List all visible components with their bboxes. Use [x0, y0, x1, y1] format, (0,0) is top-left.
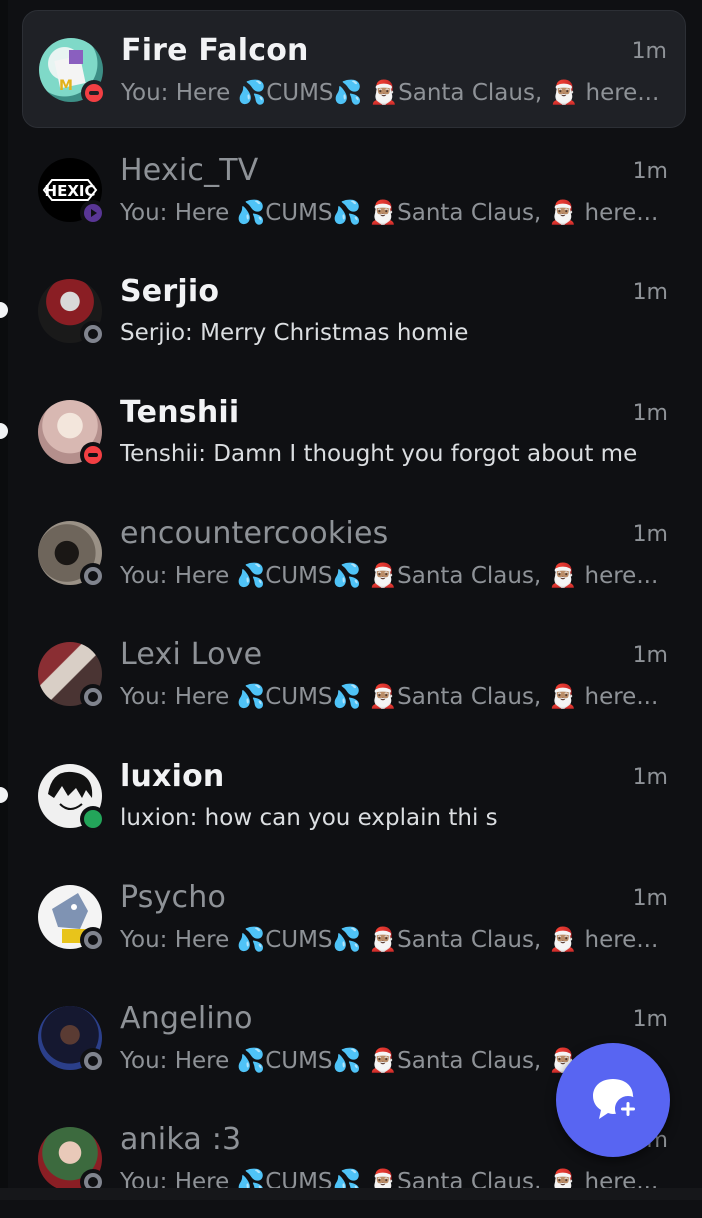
dm-name: anika :3	[120, 1122, 242, 1157]
bottom-nav-edge	[0, 1188, 702, 1200]
dm-preview: luxion: how can you explain thi s	[120, 805, 498, 831]
dm-name: Psycho	[120, 880, 227, 915]
server-rail-edge	[0, 0, 8, 1200]
avatar	[38, 764, 106, 832]
dm-row-serjio[interactable]: Serjio 1m Serjio: Merry Christmas homie	[0, 252, 686, 370]
svg-text:M: M	[59, 78, 73, 94]
status-streaming-icon	[80, 200, 106, 226]
dm-name: luxion	[120, 759, 225, 794]
avatar: HEXIC	[38, 158, 106, 226]
dm-preview: Serjio: Merry Christmas homie	[120, 320, 469, 346]
svg-text:HEXIC: HEXIC	[45, 182, 96, 200]
dm-row-lexi-love[interactable]: Lexi Love 1m You: Here 💦CUMS💦 🎅🏽Santa Cl…	[22, 615, 686, 733]
status-dnd-icon	[81, 80, 107, 106]
dm-name: encountercookies	[120, 516, 389, 551]
dm-name: Hexic_TV	[120, 153, 259, 188]
dm-name: Tenshii	[120, 395, 240, 430]
dm-time: 1m	[632, 280, 668, 305]
dm-preview: You: Here 💦CUMS💦 🎅🏽Santa Claus, 🎅🏽 here.…	[120, 927, 659, 953]
dm-row-hexic-tv[interactable]: HEXIC Hexic_TV 1m You: Here 💦CUMS💦 🎅🏽San…	[22, 131, 686, 249]
dm-name: Serjio	[120, 274, 220, 309]
avatar	[38, 1127, 106, 1195]
status-offline-icon	[80, 684, 106, 710]
avatar	[38, 642, 106, 710]
dm-time: 1m	[632, 643, 668, 668]
avatar	[38, 521, 106, 589]
dm-time: 1m	[632, 1007, 668, 1032]
dm-time: 1m	[632, 522, 668, 547]
avatar	[38, 885, 106, 953]
dm-time: 1m	[632, 159, 668, 184]
avatar	[38, 1006, 106, 1074]
new-message-icon	[593, 1079, 638, 1119]
dm-preview: You: Here 💦CUMS💦 🎅🏽Santa Claus, 🎅🏽 here.…	[120, 200, 659, 226]
dm-preview: Tenshii: Damn I thought you forgot about…	[120, 441, 638, 467]
dm-name: Fire Falcon	[121, 33, 309, 68]
dm-preview: You: Here 💦CUMS💦 🎅🏽Santa Claus, 🎅🏽 here.…	[121, 80, 660, 106]
dm-name: Angelino	[120, 1001, 253, 1036]
status-offline-icon	[80, 927, 106, 953]
status-offline-icon	[80, 563, 106, 589]
dm-preview: You: Here 💦CUMS💦 🎅🏽Santa Claus, 🎅🏽 here.…	[120, 563, 659, 589]
status-online-icon	[80, 806, 106, 832]
dm-row-psycho[interactable]: Psycho 1m You: Here 💦CUMS💦 🎅🏽Santa Claus…	[22, 858, 686, 976]
avatar	[38, 400, 106, 468]
status-offline-icon	[80, 321, 106, 347]
dm-time: 1m	[631, 39, 667, 64]
dm-time: 1m	[632, 886, 668, 911]
status-dnd-icon	[80, 442, 106, 468]
dm-name: Lexi Love	[120, 637, 263, 672]
dm-time: 1m	[632, 401, 668, 426]
dm-row-tenshii[interactable]: Tenshii 1m Tenshii: Damn I thought you f…	[0, 373, 686, 491]
dm-row-luxion[interactable]: luxion 1m luxion: how can you explain th…	[0, 737, 686, 855]
avatar: M	[39, 38, 107, 106]
status-offline-icon	[80, 1048, 106, 1074]
dm-preview: You: Here 💦CUMS💦 🎅🏽Santa Claus, 🎅🏽 here.…	[120, 684, 659, 710]
dm-row-encountercookies[interactable]: encountercookies 1m You: Here 💦CUMS💦 🎅🏽S…	[22, 494, 686, 612]
new-message-button[interactable]	[556, 1043, 670, 1157]
avatar	[38, 279, 106, 347]
dm-time: 1m	[632, 765, 668, 790]
dm-row-fire-falcon[interactable]: M Fire Falcon 1m You: Here 💦CUMS💦 🎅🏽Sant…	[22, 10, 686, 128]
